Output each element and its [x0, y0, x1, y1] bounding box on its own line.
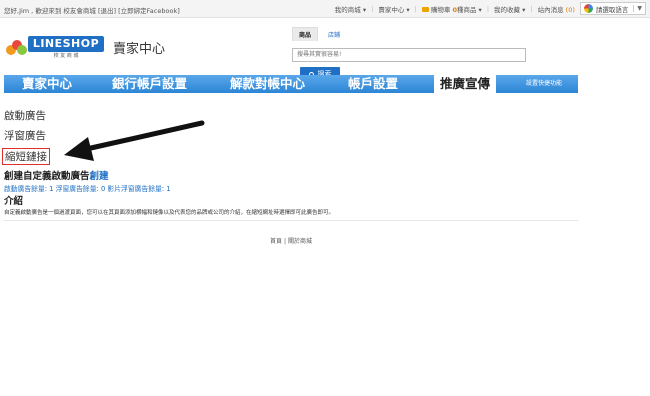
menu-float-ad[interactable]: 浮窗廣告: [4, 128, 46, 143]
footer-separator: |: [283, 238, 287, 245]
footer-home-link[interactable]: 首頁: [270, 238, 282, 245]
top-bar: 您好,Jim , 歡迎來到 校友會商城 [退出] [立即綁定Facebook] …: [0, 0, 650, 18]
favorites-menu[interactable]: 我的收藏 ▾: [494, 4, 525, 14]
seller-center-menu[interactable]: 賣家中心 ▾: [378, 4, 409, 14]
dropdown-arrow-icon: ▼: [633, 5, 642, 12]
tab-products[interactable]: 商品: [292, 27, 319, 41]
language-select[interactable]: 請選取語言 ▼: [579, 2, 646, 15]
ad-quota-text: 啟動廣告餘量: 1 浮窗廣告餘量: 0 影片浮窗廣告餘量: 1: [4, 185, 171, 193]
nav-bank-account[interactable]: 銀行帳戶設置: [112, 75, 187, 93]
nav-promotion[interactable]: 推廣宣傳: [434, 75, 497, 93]
cart-suffix: 種商品 ▾: [456, 5, 482, 14]
cart-label: 購物車: [430, 5, 451, 14]
menu-short-link[interactable]: 縮短鏈接: [2, 148, 50, 165]
create-ad-heading: 創建自定義啟動廣告創建: [4, 168, 578, 182]
intro-text: 自定義啟動廣告是一個過渡頁面，您可以在其頁面添加横幅和鏈像以及代表您的品牌或公司…: [4, 210, 335, 216]
divider: [4, 220, 578, 221]
language-select-label: 請選取語言: [595, 5, 629, 14]
greeting-text: 您好,Jim , 歡迎來到 校友會商城: [4, 7, 96, 15]
messages-count: (0): [565, 5, 575, 14]
footer: 首頁 | 關於商城: [0, 236, 582, 245]
search-box: 商品 店鋪 搜索: [292, 27, 526, 81]
footer-about-link[interactable]: 關於商城: [288, 238, 312, 245]
page-title: 賣家中心: [113, 42, 166, 57]
messages-link[interactable]: 站內消息 (0): [538, 4, 575, 14]
search-tabs: 商品 店鋪: [292, 27, 526, 41]
nav-settlement[interactable]: 解款對帳中心: [230, 75, 305, 93]
my-store-menu[interactable]: 我的商城 ▾: [335, 4, 366, 14]
main-nav: 賣家中心 銀行帳戶設置 解款對帳中心 帳戶設置 推廣宣傳 設置快捷功能: [4, 75, 578, 93]
nav-seller-center[interactable]: 賣家中心: [22, 75, 72, 93]
cart-icon: [421, 7, 429, 12]
logo-mark: [6, 40, 30, 56]
lineshop-logo[interactable]: LINESHOP 校 友 商 城: [6, 36, 104, 59]
tab-stores[interactable]: 店鋪: [322, 28, 346, 41]
logo-subtext: 校 友 商 城: [53, 53, 79, 59]
annotation-arrow-icon: [64, 120, 205, 161]
nav-shortcut-settings[interactable]: 設置快捷功能: [526, 75, 562, 93]
top-bar-left: 您好,Jim , 歡迎來到 校友會商城 [退出] [立即綁定Facebook]: [4, 5, 180, 15]
logo-text: LINESHOP: [28, 36, 104, 52]
create-ad-title: 創建自定義啟動廣告: [4, 171, 90, 182]
separator: |: [486, 4, 490, 13]
main-content: 創建自定義啟動廣告創建 啟動廣告餘量: 1 浮窗廣告餘量: 0 影片浮窗廣告餘量…: [4, 168, 578, 216]
top-bar-right: 我的商城 ▾ | 賣家中心 ▾ | 購物車 0種商品 ▾ | 我的收藏 ▾ | …: [335, 2, 646, 15]
bind-facebook-link[interactable]: [立即綁定Facebook]: [118, 7, 180, 15]
google-icon: [583, 4, 593, 13]
menu-launch-ad[interactable]: 啟動廣告: [4, 108, 46, 123]
intro-heading: 介紹: [4, 196, 24, 207]
messages-label: 站內消息: [537, 5, 564, 14]
nav-account-settings[interactable]: 帳戶設置: [348, 75, 398, 93]
logout-link[interactable]: [退出]: [98, 7, 116, 15]
cart-menu[interactable]: 購物車 0種商品 ▾: [421, 4, 482, 14]
create-link[interactable]: 創建: [90, 171, 109, 182]
separator: |: [414, 4, 417, 13]
separator: |: [530, 4, 533, 13]
separator: |: [371, 4, 374, 13]
search-input[interactable]: [292, 47, 526, 62]
